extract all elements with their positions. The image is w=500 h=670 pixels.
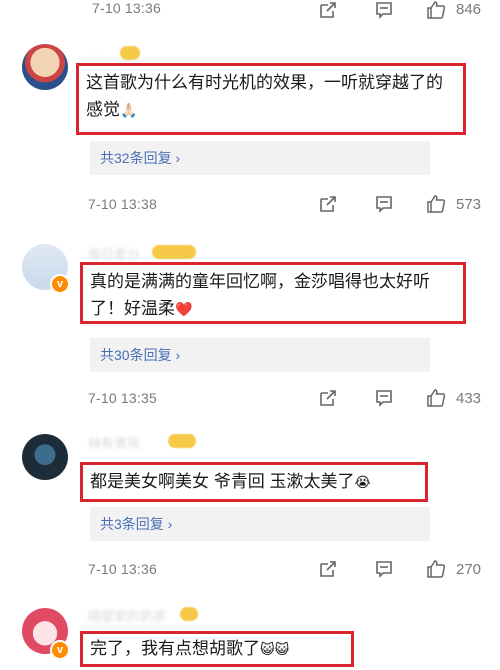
- comment-body: 这首歌为什么有时光机的效果，一听就穿越了的感觉: [86, 73, 443, 119]
- comment-text: 真的是满满的童年回忆啊，金莎唱得也太好听了！好温柔❤️: [80, 262, 466, 324]
- comment-time: 7-10 13:38: [88, 196, 157, 212]
- emoji: 🙏🏻: [120, 102, 138, 118]
- comment-time: 7-10 13:35: [88, 390, 157, 406]
- like-count: 573: [456, 196, 482, 213]
- username[interactable]: 隔壁家的奶茶: [88, 606, 166, 625]
- chevron-right-icon: ›: [171, 347, 181, 363]
- like-count: 846: [456, 1, 482, 18]
- share-icon[interactable]: [318, 0, 338, 20]
- username[interactable]: ···: [90, 45, 103, 60]
- avatar[interactable]: [22, 434, 68, 480]
- comment-text: 这首歌为什么有时光机的效果，一听就穿越了的感觉🙏🏻: [76, 63, 466, 135]
- comment-icon[interactable]: [374, 194, 394, 214]
- comment-icon[interactable]: [374, 0, 394, 20]
- view-replies-button[interactable]: 共3条回复 ›: [90, 507, 430, 541]
- comment-body: 都是美女啊美女 爷青回 玉漱太美了: [90, 472, 355, 491]
- emoji: 😺😺: [260, 641, 290, 657]
- thumbs-up-icon[interactable]: [426, 0, 446, 20]
- like-count: 433: [456, 390, 482, 407]
- comment-text: 完了，我有点想胡歌了😺😺: [80, 631, 354, 667]
- replies-label: 共30条回复: [100, 347, 172, 363]
- heart-icon: ❤️: [175, 301, 193, 317]
- view-replies-button[interactable]: 共30条回复 ›: [90, 338, 430, 372]
- replies-label: 共32条回复: [100, 150, 172, 166]
- comment-icon[interactable]: [374, 388, 394, 408]
- comment-time: 7-10 13:36: [92, 0, 161, 16]
- emoji: 😭: [354, 474, 371, 490]
- comment-text: 都是美女啊美女 爷青回 玉漱太美了😭: [80, 462, 428, 502]
- chevron-right-icon: ›: [171, 150, 181, 166]
- verified-badge: v: [50, 274, 70, 294]
- replies-label: 共3条回复: [100, 516, 164, 532]
- user-medal: [168, 434, 196, 448]
- user-medal: [152, 245, 196, 259]
- comment-body: 完了，我有点想胡歌了: [90, 639, 260, 658]
- username[interactable]: 每日爱分: [88, 244, 140, 263]
- thumbs-up-icon[interactable]: [426, 194, 446, 214]
- comment-body: 真的是满满的童年回忆啊，金莎唱得也太好听了！好温柔: [90, 272, 430, 318]
- username[interactable]: 林有青风: [88, 433, 140, 452]
- share-icon[interactable]: [318, 194, 338, 214]
- user-medal: [120, 46, 140, 60]
- view-replies-button[interactable]: 共32条回复 ›: [90, 141, 430, 175]
- thumbs-up-icon[interactable]: [426, 388, 446, 408]
- comment-time: 7-10 13:36: [88, 561, 157, 577]
- share-icon[interactable]: [318, 559, 338, 579]
- verified-badge: v: [50, 640, 70, 660]
- thumbs-up-icon[interactable]: [426, 559, 446, 579]
- avatar[interactable]: [22, 44, 68, 90]
- share-icon[interactable]: [318, 388, 338, 408]
- like-count: 270: [456, 561, 482, 578]
- user-medal: [180, 607, 198, 621]
- comment-icon[interactable]: [374, 559, 394, 579]
- chevron-right-icon: ›: [163, 516, 173, 532]
